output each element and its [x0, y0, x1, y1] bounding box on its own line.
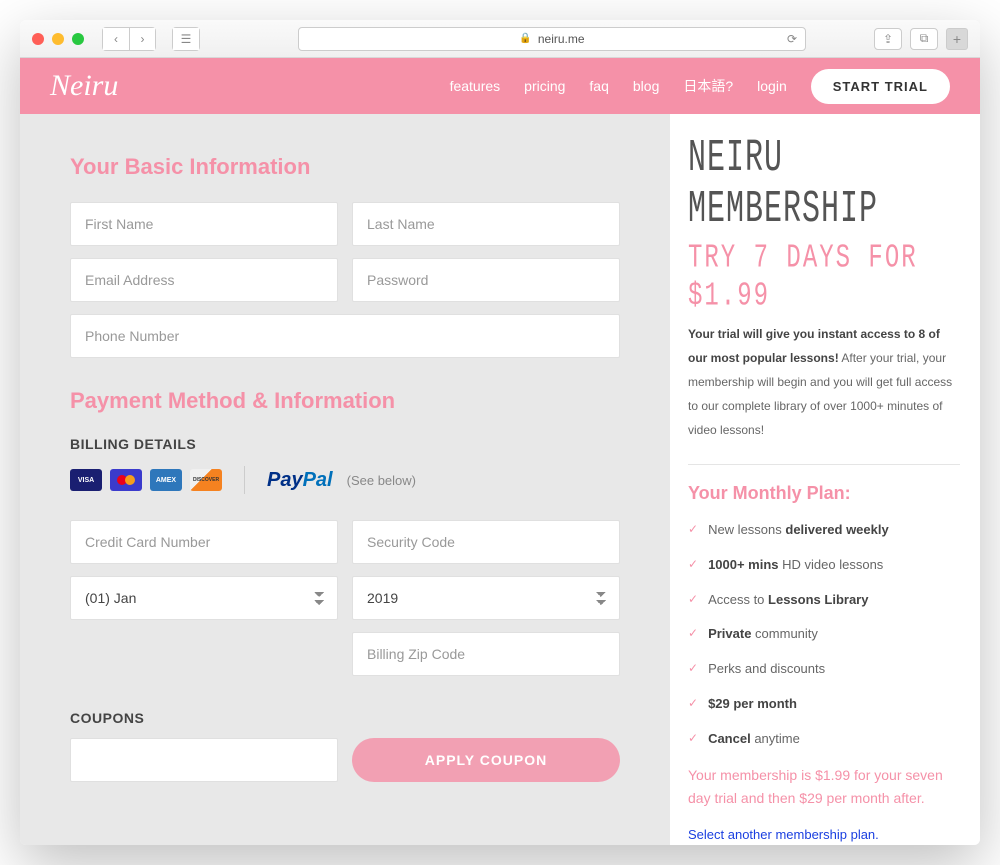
reload-icon[interactable]: ⟳	[787, 32, 797, 46]
plan-list: New lessons delivered weekly 1000+ mins …	[688, 520, 960, 750]
divider	[688, 464, 960, 465]
nav-blog[interactable]: blog	[633, 78, 659, 94]
exp-year-select[interactable]: 2019	[352, 576, 620, 620]
nav-japanese[interactable]: 日本語?	[683, 76, 733, 96]
site-header: Neiru features pricing faq blog 日本語? log…	[20, 58, 980, 114]
browser-right-buttons: ⇪ ⧉ +	[874, 28, 968, 50]
apply-coupon-button[interactable]: APPLY COUPON	[352, 738, 620, 782]
nav-pricing[interactable]: pricing	[524, 78, 565, 94]
last-name-field[interactable]	[352, 202, 620, 246]
nav-login[interactable]: login	[757, 78, 787, 94]
coupon-field[interactable]	[70, 738, 338, 782]
start-trial-button[interactable]: START TRIAL	[811, 69, 950, 104]
logo[interactable]: Neiru	[50, 69, 118, 103]
address-bar[interactable]: 🔒 neiru.me ⟳	[298, 27, 806, 51]
plan-item: Access to Lessons Library	[688, 590, 960, 611]
billing-label: BILLING DETAILS	[70, 436, 620, 452]
tabs-button[interactable]: ⧉	[910, 28, 938, 50]
first-name-field[interactable]	[70, 202, 338, 246]
share-button[interactable]: ⇪	[874, 28, 902, 50]
plan-item: Private community	[688, 624, 960, 645]
coupons-label: COUPONS	[70, 710, 620, 726]
plan-item: 1000+ mins HD video lessons	[688, 555, 960, 576]
plan-item: Cancel anytime	[688, 729, 960, 750]
phone-field[interactable]	[70, 314, 620, 358]
nav-back-forward: ‹ ›	[102, 27, 156, 51]
membership-title: NEIRU MEMBERSHIP	[688, 134, 960, 236]
select-plan-link[interactable]: Select another membership plan.	[688, 827, 960, 842]
payment-methods: VISA AMEX DISCOVER PayPal (See below)	[70, 466, 620, 494]
divider	[244, 466, 245, 494]
paypal-icon[interactable]: PayPal	[267, 469, 333, 492]
main-nav: features pricing faq blog 日本語? login STA…	[450, 69, 950, 104]
paypal-note: (See below)	[347, 473, 416, 488]
zip-field[interactable]	[352, 632, 620, 676]
membership-sidebar: NEIRU MEMBERSHIP TRY 7 DAYS FOR $1.99 Yo…	[670, 114, 980, 845]
nav-features[interactable]: features	[450, 78, 501, 94]
minimize-icon[interactable]	[52, 33, 64, 45]
mastercard-icon	[110, 469, 142, 491]
cc-number-field[interactable]	[70, 520, 338, 564]
plan-item: New lessons delivered weekly	[688, 520, 960, 541]
browser-window: ‹ › ☰ 🔒 neiru.me ⟳ ⇪ ⧉ + Neiru features …	[20, 20, 980, 845]
visa-icon: VISA	[70, 469, 102, 491]
password-field[interactable]	[352, 258, 620, 302]
checkout-form: Your Basic Information Payment Method & …	[20, 114, 670, 845]
sidebar-toggle[interactable]: ☰	[172, 27, 200, 51]
trial-price-title: TRY 7 DAYS FOR $1.99	[688, 240, 960, 316]
nav-faq[interactable]: faq	[589, 78, 608, 94]
maximize-icon[interactable]	[72, 33, 84, 45]
basic-info-title: Your Basic Information	[70, 154, 620, 180]
new-tab-button[interactable]: +	[946, 28, 968, 50]
email-field[interactable]	[70, 258, 338, 302]
plan-item: $29 per month	[688, 694, 960, 715]
back-button[interactable]: ‹	[103, 28, 129, 50]
traffic-lights	[32, 33, 84, 45]
amex-icon: AMEX	[150, 469, 182, 491]
close-icon[interactable]	[32, 33, 44, 45]
exp-month-select[interactable]: (01) Jan	[70, 576, 338, 620]
payment-title: Payment Method & Information	[70, 388, 620, 414]
browser-titlebar: ‹ › ☰ 🔒 neiru.me ⟳ ⇪ ⧉ +	[20, 20, 980, 58]
forward-button[interactable]: ›	[129, 28, 155, 50]
trial-description: Your trial will give you instant access …	[688, 322, 960, 442]
price-note: Your membership is $1.99 for your seven …	[688, 764, 960, 812]
plan-item: Perks and discounts	[688, 659, 960, 680]
lock-icon: 🔒	[519, 33, 531, 44]
security-code-field[interactable]	[352, 520, 620, 564]
sidebar-icon: ☰	[173, 28, 199, 50]
url-text: neiru.me	[538, 32, 585, 46]
page-content: Your Basic Information Payment Method & …	[20, 114, 980, 845]
discover-icon: DISCOVER	[190, 469, 222, 491]
plan-title: Your Monthly Plan:	[688, 483, 960, 504]
